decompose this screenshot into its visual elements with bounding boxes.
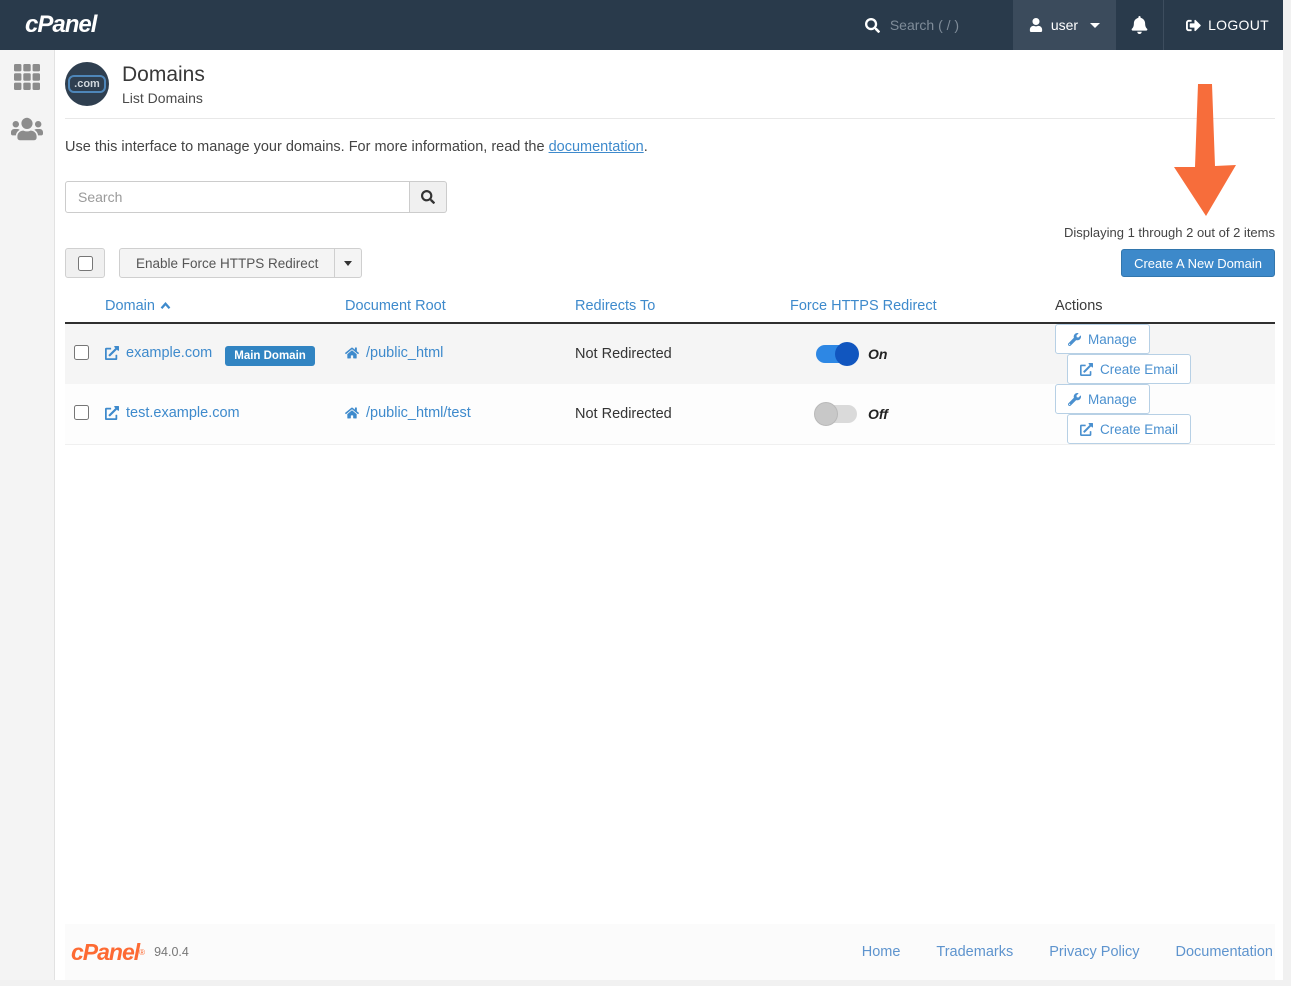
version-label: 94.0.4 (154, 945, 189, 959)
user-icon (1029, 18, 1043, 32)
intro-text: Use this interface to manage your domain… (65, 139, 1275, 155)
https-toggle[interactable] (816, 405, 857, 423)
manage-button[interactable]: Manage (1055, 384, 1150, 414)
header-redirects-to[interactable]: Redirects To (575, 292, 790, 323)
bulk-action-label: Enable Force HTTPS Redirect (120, 249, 334, 277)
footer: cPanel® 94.0.4 Home Trademarks Privacy P… (65, 924, 1275, 986)
document-root-link[interactable]: /public_html/test (345, 405, 471, 421)
toolbar: Enable Force HTTPS Redirect Create A New… (65, 248, 1275, 278)
header-actions: Actions (1055, 292, 1275, 323)
footer-link-privacy-policy[interactable]: Privacy Policy (1049, 944, 1139, 960)
sidebar (0, 50, 55, 980)
row-checkbox[interactable] (74, 405, 89, 420)
table-row: example.com Main Domain /public_html Not … (65, 323, 1275, 384)
cpanel-footer-logo: cPanel (71, 939, 139, 966)
notifications-button[interactable] (1116, 0, 1164, 50)
user-menu[interactable]: user (1013, 0, 1116, 50)
grid-icon (14, 64, 40, 90)
domain-search-button[interactable] (410, 181, 447, 213)
wrench-icon (1068, 333, 1081, 346)
user-menu-label: user (1051, 17, 1078, 33)
domain-search (65, 181, 1275, 213)
wrench-icon (1068, 393, 1081, 406)
vertical-scrollbar[interactable] (1283, 0, 1291, 986)
manage-button[interactable]: Manage (1055, 324, 1150, 354)
domains-icon-label: .com (68, 75, 106, 93)
toggle-state-label: Off (868, 406, 888, 422)
registered-mark: ® (139, 948, 145, 957)
create-domain-button[interactable]: Create A New Domain (1121, 249, 1275, 277)
page-title: Domains (122, 62, 205, 87)
logout-label: LOGOUT (1208, 17, 1269, 33)
caret-down-icon (344, 261, 352, 266)
global-search (855, 0, 1013, 50)
row-checkbox[interactable] (74, 345, 89, 360)
page-header: .com Domains List Domains (65, 62, 1275, 106)
users-icon (11, 116, 43, 142)
header-divider (65, 118, 1275, 119)
annotation-arrow-icon (1169, 84, 1241, 216)
documentation-link[interactable]: documentation (549, 139, 644, 155)
sidebar-item-tools[interactable] (11, 62, 43, 92)
external-link-icon (1080, 363, 1093, 376)
bulk-action-button[interactable]: Enable Force HTTPS Redirect (119, 248, 362, 278)
horizontal-scrollbar[interactable] (0, 980, 1291, 986)
toggle-knob (835, 342, 859, 366)
domains-icon: .com (65, 62, 109, 106)
sort-asc-icon (160, 298, 171, 314)
main-domain-badge: Main Domain (225, 346, 315, 366)
domains-table: Domain Document Root Redirects To Force … (65, 292, 1275, 445)
domain-search-input[interactable] (65, 181, 410, 213)
header-checkbox-col (65, 292, 105, 323)
topbar: cPanel user LOGOUT (0, 0, 1291, 50)
redirects-to-value: Not Redirected (575, 346, 672, 362)
document-root-link[interactable]: /public_html (345, 345, 443, 361)
footer-link-trademarks[interactable]: Trademarks (936, 944, 1013, 960)
select-all-checkbox[interactable] (78, 256, 93, 271)
footer-link-documentation[interactable]: Documentation (1175, 944, 1273, 960)
search-icon (421, 190, 435, 204)
topbar-right: user LOGOUT (855, 0, 1291, 50)
search-icon (865, 18, 880, 33)
header-force-https[interactable]: Force HTTPS Redirect (790, 292, 1055, 323)
table-row: test.example.com /public_html/test Not R… (65, 384, 1275, 445)
main-content: .com Domains List Domains Use this inter… (55, 50, 1291, 986)
chevron-down-icon (1090, 23, 1100, 28)
sidebar-item-user-manager[interactable] (11, 114, 43, 144)
intro-after: . (644, 139, 648, 155)
home-icon (345, 346, 359, 360)
create-email-button[interactable]: Create Email (1067, 354, 1191, 384)
create-email-button[interactable]: Create Email (1067, 414, 1191, 444)
bulk-action-dropdown[interactable] (334, 249, 361, 277)
footer-link-home[interactable]: Home (862, 944, 901, 960)
logout-button[interactable]: LOGOUT (1164, 0, 1291, 50)
header-document-root[interactable]: Document Root (345, 292, 575, 323)
page-subtitle: List Domains (122, 90, 205, 106)
redirects-to-value: Not Redirected (575, 406, 672, 422)
select-all-button[interactable] (65, 248, 105, 278)
toggle-knob (814, 402, 838, 426)
domain-link[interactable]: test.example.com (105, 405, 240, 421)
pagination-summary: Displaying 1 through 2 out of 2 items (65, 225, 1275, 240)
intro-before: Use this interface to manage your domain… (65, 139, 549, 155)
cpanel-logo[interactable]: cPanel (0, 0, 96, 50)
footer-links: Home Trademarks Privacy Policy Documenta… (862, 944, 1273, 960)
toggle-state-label: On (868, 346, 887, 362)
https-toggle[interactable] (816, 345, 857, 363)
global-search-input[interactable] (890, 17, 985, 33)
bell-icon (1131, 16, 1148, 34)
page: cPanel user LOGOUT (0, 0, 1291, 986)
external-link-icon (105, 346, 119, 360)
external-link-icon (1080, 423, 1093, 436)
domain-link[interactable]: example.com (105, 345, 212, 361)
header-domain[interactable]: Domain (105, 292, 345, 323)
home-icon (345, 406, 359, 420)
logout-icon (1186, 18, 1201, 33)
external-link-icon (105, 406, 119, 420)
table-header-row: Domain Document Root Redirects To Force … (65, 292, 1275, 323)
